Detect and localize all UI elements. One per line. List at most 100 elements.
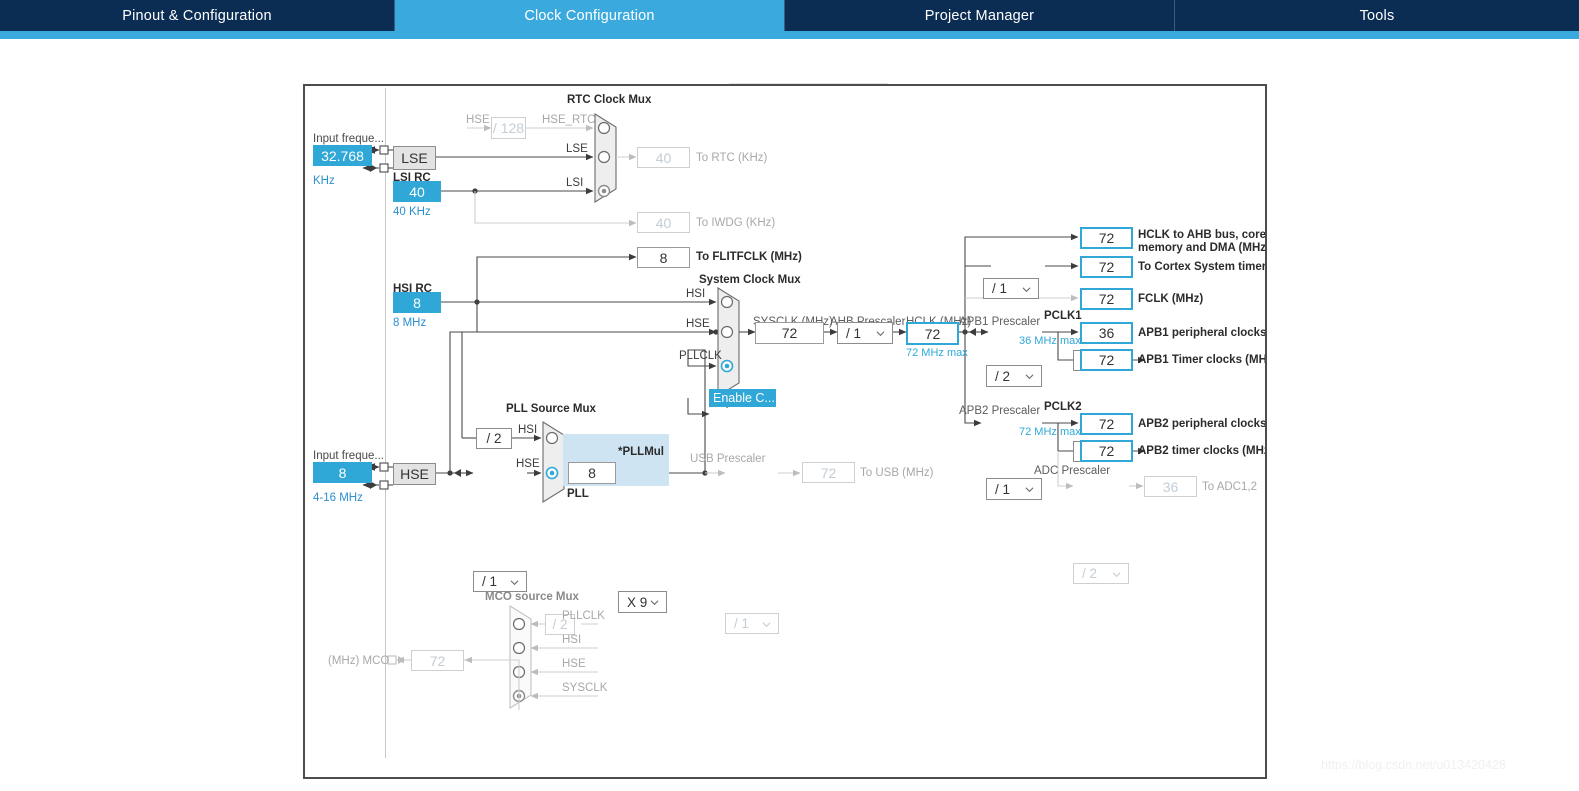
apb2-max-label: 72 MHz max [1019, 426, 1081, 438]
chevron-down-icon [1025, 485, 1034, 494]
pll-mux-input-hsi-label: HSI [518, 424, 537, 436]
apb2-timer-clocks-label: APB2 timer clocks (MHz) [1138, 445, 1267, 457]
tab-clock-configuration[interactable]: Clock Configuration [395, 0, 785, 31]
lse-unit-label: KHz [313, 175, 335, 187]
to-flitfclk-value-box: 8 [637, 247, 690, 268]
tab-label: Tools [1360, 8, 1395, 24]
mco-output-label: (MHz) MCO [328, 655, 389, 667]
apb1-timer-clocks-value-box: 72 [1080, 349, 1133, 371]
chevron-down-icon [876, 329, 885, 338]
hclk-max-label: 72 MHz max [906, 347, 968, 359]
tabbar-accent-strip [0, 31, 1579, 39]
adc-output-label: To ADC1,2 [1202, 481, 1257, 493]
tab-tools[interactable]: Tools [1175, 0, 1579, 31]
hclk-ahb-bus-label: HCLK to AHB bus, core, [1138, 229, 1267, 241]
mco-source-mux-title: MCO source Mux [485, 591, 579, 603]
ahb-prescaler-select[interactable]: / 1 [837, 322, 893, 344]
mco-mux-input-pllclk-label: PLLCLK [562, 610, 605, 622]
sysclk-mux-input-pllclk-label: PLLCLK [679, 350, 722, 362]
lsi-unit-label: 40 KHz [393, 206, 431, 218]
mco-mux-input-hsi-label: HSI [562, 634, 581, 646]
apb1-peripheral-clocks-label: APB1 peripheral clocks (MHz) [1138, 327, 1267, 339]
adc-prescaler-label: ADC Prescaler [1034, 465, 1110, 477]
to-iwdg-label: To IWDG (KHz) [696, 217, 775, 229]
tab-label: Project Manager [925, 8, 1034, 24]
cortex-systimer-value-box: 72 [1080, 256, 1133, 278]
pll-hse-divider-select[interactable]: / 1 [473, 571, 527, 592]
hclk-value-field[interactable]: 72 [906, 322, 959, 345]
to-rtc-value-box: 40 [637, 147, 690, 168]
chevron-down-icon [650, 598, 659, 607]
lsi-value-field[interactable]: 40 [393, 181, 441, 202]
pll-block-label: PLL [567, 488, 589, 500]
hse-rtc-divider-box: / 128 [491, 117, 526, 139]
clock-configuration-page: Pinout & Configuration Clock Configurati… [0, 0, 1579, 791]
pllmul-select[interactable]: X 9 [618, 591, 667, 613]
pll-hse-divider-value: / 1 [482, 574, 497, 589]
chevron-down-icon [1025, 372, 1034, 381]
system-clock-mux-title: System Clock Mux [699, 274, 801, 286]
adc-prescaler-value: / 2 [1082, 566, 1097, 581]
apb1-peripheral-clocks-value-box: 36 [1080, 322, 1133, 344]
lse-input-frequency-caption: Input freque... [313, 133, 384, 145]
cortex-prescaler-select[interactable]: / 1 [983, 278, 1039, 299]
tab-label: Pinout & Configuration [122, 8, 272, 24]
hse-input-frequency-field[interactable]: 8 [313, 462, 372, 483]
chevron-down-icon [1112, 570, 1121, 579]
apb2-timer-clocks-value-box: 72 [1080, 440, 1133, 462]
chevron-down-icon [510, 578, 519, 587]
apb2-prescaler-value: / 1 [995, 482, 1010, 497]
apb1-max-label: 36 MHz max [1019, 335, 1081, 347]
hclk-ahb-bus-label-line2: memory and DMA (MHz) [1138, 242, 1267, 254]
mco-value-box: 72 [411, 650, 464, 671]
apb1-timer-clocks-label: APB1 Timer clocks (MHz) [1138, 354, 1267, 366]
lse-input-frequency-field[interactable]: 32.768 [313, 145, 372, 166]
pll-mux-input-hse-label: HSE [516, 458, 540, 470]
chevron-down-icon [762, 620, 771, 629]
rtc-mux-input-hse-rtc-label: HSE_RTC [542, 114, 595, 126]
page-watermark: https://blog.csdn.net/u013420428 [1321, 758, 1506, 772]
rtc-clock-mux-title: RTC Clock Mux [567, 94, 651, 106]
enable-css-button[interactable]: Enable C... [709, 389, 776, 407]
tab-project-manager[interactable]: Project Manager [785, 0, 1175, 31]
tab-label: Clock Configuration [524, 8, 654, 24]
hse-unit-label: 4-16 MHz [313, 492, 363, 504]
apb1-prescaler-select[interactable]: / 2 [986, 365, 1042, 387]
usb-prescaler-label: USB Prescaler [690, 453, 765, 465]
to-rtc-label: To RTC (KHz) [696, 152, 767, 164]
hse-div128-signal-label: HSE [466, 114, 490, 126]
clock-tree-diagram[interactable]: Input freque... 32.768 KHz LSE LSI RC 40… [303, 84, 1267, 779]
apb1-prescaler-value: / 2 [995, 369, 1010, 384]
hse-oscillator-box[interactable]: HSE [393, 463, 436, 485]
main-tabbar: Pinout & Configuration Clock Configurati… [0, 0, 1579, 31]
to-flitfclk-label: To FLITFCLK (MHz) [696, 251, 802, 263]
mco-mux-input-sysclk-label: SYSCLK [562, 682, 607, 694]
tab-pinout-configuration[interactable]: Pinout & Configuration [0, 0, 395, 31]
to-iwdg-value-box: 40 [637, 212, 690, 233]
cortex-systimer-label: To Cortex System timer (MHz) [1138, 261, 1267, 273]
pclk1-label: PCLK1 [1044, 310, 1082, 322]
to-usb-label: To USB (MHz) [860, 467, 933, 479]
sysclk-mux-input-hse-label: HSE [686, 318, 710, 330]
pll-input-value-box: 8 [568, 462, 616, 484]
hsi-value-field[interactable]: 8 [393, 292, 441, 313]
hsi-unit-label: 8 MHz [393, 317, 426, 329]
diagram-rail-right [1265, 88, 1267, 758]
pll-source-mux-title: PLL Source Mux [506, 403, 596, 415]
sysclk-value-box: 72 [755, 322, 824, 344]
rtc-mux-input-lsi-label: LSI [566, 177, 583, 189]
fclk-label: FCLK (MHz) [1138, 293, 1203, 305]
rtc-mux-input-lse-label: LSE [566, 143, 588, 155]
chevron-down-icon [1022, 285, 1031, 294]
apb2-prescaler-label: APB2 Prescaler [959, 405, 1040, 417]
clock-toolbar: Resolve Clock Issues [0, 39, 1579, 78]
adc-prescaler-select: / 2 [1073, 563, 1129, 584]
usb-prescaler-select: / 1 [725, 613, 779, 634]
apb2-prescaler-select[interactable]: / 1 [986, 478, 1042, 500]
to-usb-value-box: 72 [802, 462, 855, 483]
fclk-value-box: 72 [1080, 288, 1133, 310]
lse-oscillator-box[interactable]: LSE [393, 146, 436, 170]
pllmul-label: *PLLMul [618, 446, 664, 458]
usb-prescaler-value: / 1 [734, 616, 749, 631]
mco-mux-input-hse-label: HSE [562, 658, 586, 670]
